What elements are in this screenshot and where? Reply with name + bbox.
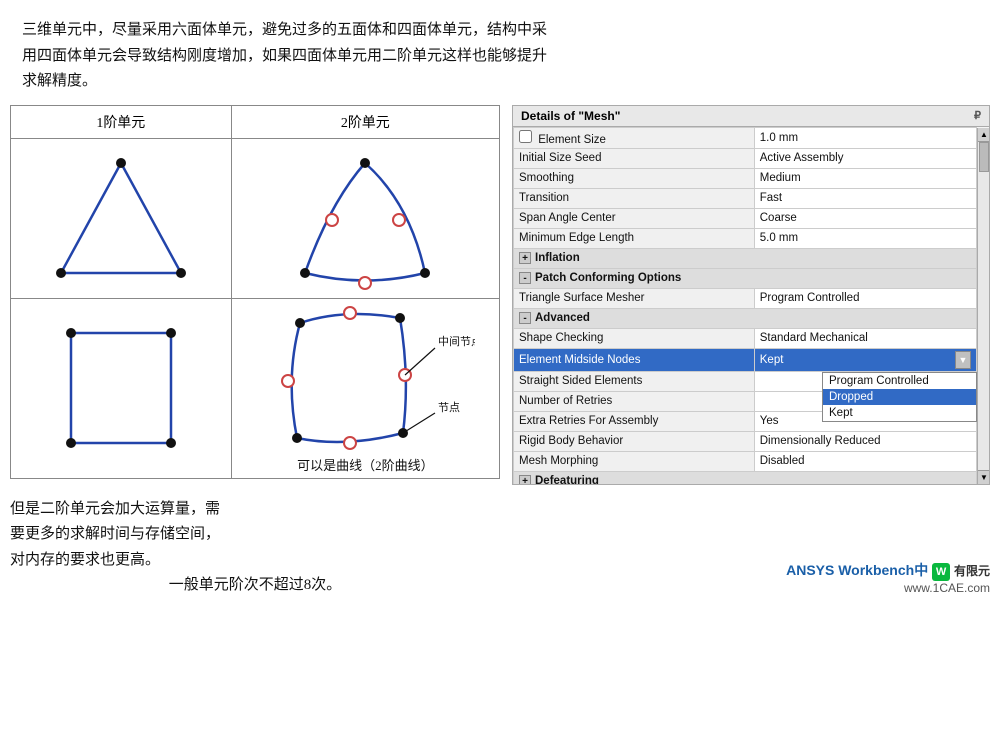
expand-icon-9[interactable]: - [519,312,531,324]
prop-row-6[interactable]: + Inflation [514,248,977,268]
prop-value-10: Standard Mechanical [754,328,976,348]
prop-key-2: Smoothing [514,168,755,188]
scroll-arrow-down[interactable]: ▼ [978,470,990,484]
diagram-panel: 1阶单元 2阶单元 [10,105,500,485]
dropdown-arrow-11[interactable]: ▼ [955,351,971,369]
prop-key-8: Triangle Surface Mesher [514,288,755,308]
prop-row-16[interactable]: Mesh MorphingDisabled [514,451,977,471]
prop-value-text-11: Kept [760,354,784,366]
prop-row-11[interactable]: Element Midside Nodes Kept ▼ [514,348,977,371]
bottom-line3: 对内存的要求也更高。 [10,548,500,574]
dropdown-item-program-controlled[interactable]: Program Controlled [823,373,976,389]
top-line3: 求解精度。 [22,73,97,89]
scroll-thumb[interactable] [979,142,989,172]
prop-key-12: Straight Sided Elements [514,371,755,391]
prop-row-7[interactable]: -Patch Conforming Options [514,268,977,288]
wechat-icon: W [932,563,950,581]
top-line1: 三维单元中，尽量采用六面体单元，避免过多的五面体和四面体单元，结构中采 [22,22,547,38]
element-size-checkbox[interactable] [519,130,532,143]
panel-title-bar: Details of "Mesh" ₽ [513,106,989,127]
prop-value-5: 5.0 mm [754,228,976,248]
scroll-arrow-up[interactable]: ▲ [978,128,990,142]
top-description: 三维单元中，尽量采用六面体单元，避免过多的五面体和四面体单元，结构中采 用四面体… [0,0,1000,105]
footer-site: www.1CAE.com [786,581,990,595]
svg-text:节点: 节点 [438,401,460,414]
prop-row-3[interactable]: TransitionFast [514,188,977,208]
prop-value-0: 1.0 mm [754,127,976,148]
prop-key-3: Transition [514,188,755,208]
prop-value-3: Fast [754,188,976,208]
prop-key-14: Extra Retries For Assembly [514,411,755,431]
prop-key-5: Minimum Edge Length [514,228,755,248]
prop-value-2: Medium [754,168,976,188]
prop-row-17[interactable]: + Defeaturing [514,471,977,485]
properties-table: Element Size 1.0 mmInitial Size SeedActiv… [513,127,977,485]
first-order-triangle-cell [11,138,232,298]
prop-key-11: Element Midside Nodes [514,348,755,371]
prop-value-16: Disabled [754,451,976,471]
top-line2: 用四面体单元会导致结构刚度增加，如果四面体单元用二阶单元这样也能够提升 [22,48,547,64]
prop-key-4: Span Angle Center [514,208,755,228]
prop-value-15: Dimensionally Reduced [754,431,976,451]
prop-row-4[interactable]: Span Angle CenterCoarse [514,208,977,228]
section-header-17[interactable]: + Defeaturing [514,471,977,485]
col2-header: 2阶单元 [231,105,499,138]
prop-row-2[interactable]: SmoothingMedium [514,168,977,188]
bottom-line4: 一般单元阶次不超过8次。 [10,573,500,599]
svg-text:中间节点: 中间节点 [438,335,475,348]
prop-value-1: Active Assembly [754,148,976,168]
prop-key-16: Mesh Morphing [514,451,755,471]
first-order-quad-cell [11,298,232,478]
bottom-line1: 但是二阶单元会加大运算量，需 [10,497,500,523]
expand-icon-6[interactable]: + [519,252,531,264]
section-label-17: Defeaturing [535,475,599,485]
footer-main: ANSYS Workbench中 W 有限元 [786,560,990,580]
bottom-line2: 要更多的求解时间与存储空间， [10,522,500,548]
prop-row-0[interactable]: Element Size 1.0 mm [514,127,977,148]
second-order-quad-cell: 中间节点 节点 可以是曲线（2阶曲线） [231,298,499,478]
expand-icon-17[interactable]: + [519,475,531,485]
prop-key-1: Initial Size Seed [514,148,755,168]
prop-key-10: Shape Checking [514,328,755,348]
prop-key-text-0: Element Size [538,134,606,146]
footer-site-label: 有限元 [954,564,990,578]
bottom-area: 但是二阶单元会加大运算量，需 要更多的求解时间与存储空间， 对内存的要求也更高。… [0,489,1000,599]
prop-row-1[interactable]: Initial Size SeedActive Assembly [514,148,977,168]
mesh-properties-panel: Details of "Mesh" ₽ Element Size1.0 mmIn… [512,105,990,485]
prop-key-15: Rigid Body Behavior [514,431,755,451]
prop-row-15[interactable]: Rigid Body BehaviorDimensionally Reduced [514,431,977,451]
prop-value-11[interactable]: Kept ▼ [754,348,976,371]
section-header-9[interactable]: -Advanced [514,308,977,328]
prop-row-5[interactable]: Minimum Edge Length5.0 mm [514,228,977,248]
section-label-9: Advanced [535,312,590,324]
expand-icon-7[interactable]: - [519,272,531,284]
section-header-7[interactable]: -Patch Conforming Options [514,268,977,288]
prop-value-8: Program Controlled [754,288,976,308]
dropdown-item-dropped[interactable]: Dropped [823,389,976,405]
panel-pin: ₽ [974,109,981,122]
prop-value-4: Coarse [754,208,976,228]
panel-title-text: Details of "Mesh" [521,109,620,123]
footer: ANSYS Workbench中 W 有限元 www.1CAE.com [512,497,990,599]
second-order-triangle-cell [231,138,499,298]
main-content: 1阶单元 2阶单元 [0,105,1000,485]
element-diagram-table: 1阶单元 2阶单元 [10,105,500,479]
col1-header: 1阶单元 [11,105,232,138]
dropdown-item-kept[interactable]: Kept [823,405,976,421]
prop-row-8[interactable]: Triangle Surface MesherProgram Controlle… [514,288,977,308]
dropdown-menu[interactable]: Program Controlled Dropped Kept [822,372,977,422]
bottom-left-text: 但是二阶单元会加大运算量，需 要更多的求解时间与存储空间， 对内存的要求也更高。… [10,497,500,599]
section-label-6: Inflation [535,252,580,264]
prop-row-10[interactable]: Shape CheckingStandard Mechanical [514,328,977,348]
curve-label: 可以是曲线（2阶曲线） [234,455,497,474]
section-label-7: Patch Conforming Options [535,272,681,284]
section-header-6[interactable]: + Inflation [514,248,977,268]
prop-key-0: Element Size [514,127,755,148]
scrollbar[interactable]: ▲ ▼ [977,128,989,484]
prop-key-13: Number of Retries [514,391,755,411]
prop-row-9[interactable]: -Advanced [514,308,977,328]
